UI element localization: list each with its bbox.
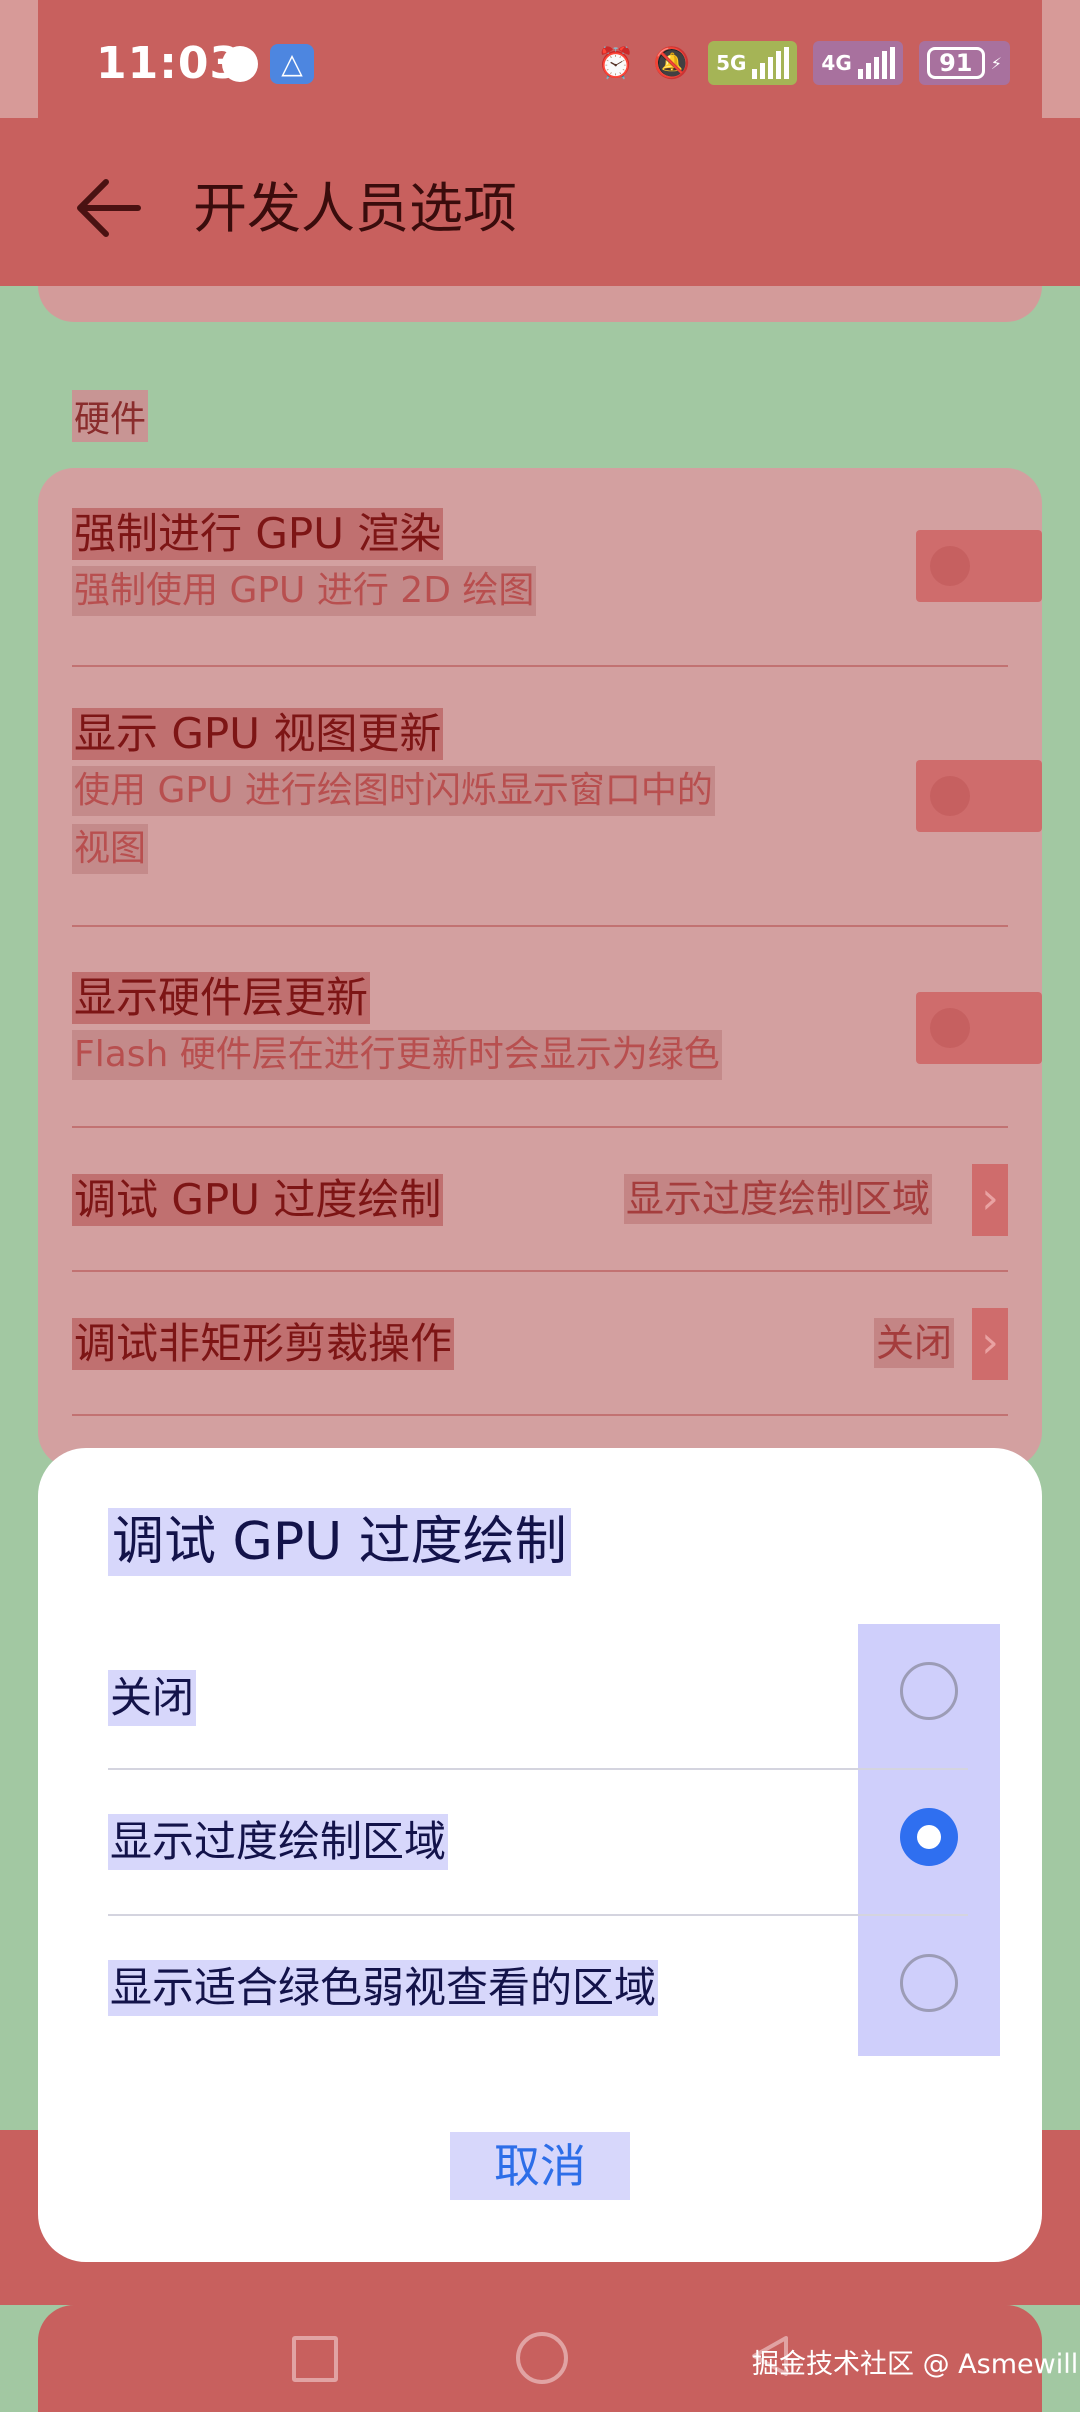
status-icons: ⏰ 🔕 5G 4G 91 ⚡ bbox=[596, 38, 1010, 88]
setting-title: 调试 GPU 过度绘制 bbox=[72, 1174, 444, 1226]
overdraw-dialog: 调试 GPU 过度绘制 关闭 显示过度绘制区域 显示适合绿色弱视查看的区域 取消 bbox=[38, 1448, 1042, 2262]
alarm-icon: ⏰ bbox=[597, 45, 635, 81]
radio-show-overdraw-selected[interactable] bbox=[900, 1808, 958, 1866]
battery-icon: 91 ⚡ bbox=[918, 41, 1010, 85]
signal-5g-icon: 5G bbox=[708, 41, 798, 85]
option-label: 关闭 bbox=[108, 1670, 197, 1726]
setting-title: 调试非矩形剪裁操作 bbox=[72, 1318, 455, 1370]
network-type-label: 4G bbox=[821, 51, 852, 75]
setting-value: 显示过度绘制区域 bbox=[624, 1174, 933, 1224]
option-show-overdraw[interactable]: 显示过度绘制区域 bbox=[108, 1770, 968, 1914]
setting-force-gpu[interactable]: 强制进行 GPU 渲染 强制使用 GPU 进行 2D 绘图 bbox=[72, 508, 1008, 616]
setting-non-rect-clip[interactable]: 调试非矩形剪裁操作 bbox=[72, 1318, 1008, 1370]
dialog-title: 调试 GPU 过度绘制 bbox=[108, 1508, 571, 1576]
setting-value: 关闭 bbox=[874, 1318, 955, 1368]
divider bbox=[72, 1126, 1008, 1128]
setting-hw-layer-updates[interactable]: 显示硬件层更新 Flash 硬件层在进行更新时会显示为绿色 bbox=[72, 972, 1008, 1080]
divider bbox=[72, 665, 1008, 667]
section-header: 硬件 bbox=[72, 390, 149, 442]
network-type-label: 5G bbox=[716, 51, 747, 75]
watermark: 掘金技术社区 @ Asmewill bbox=[752, 2349, 1079, 2380]
app-notification-icon: △ bbox=[270, 44, 314, 84]
divider bbox=[72, 1414, 1008, 1416]
option-deuteranomaly[interactable]: 显示适合绿色弱视查看的区域 bbox=[108, 1916, 968, 2060]
mute-icon: 🔕 bbox=[653, 45, 691, 81]
chevron-right-icon[interactable]: › bbox=[972, 1164, 1008, 1236]
signal-bars bbox=[857, 47, 895, 79]
cancel-button[interactable]: 取消 bbox=[450, 2132, 630, 2200]
divider bbox=[72, 925, 1008, 927]
setting-subtitle: 强制使用 GPU 进行 2D 绘图 bbox=[72, 566, 537, 616]
chevron-right-icon[interactable]: › bbox=[972, 1308, 1008, 1380]
option-off[interactable]: 关闭 bbox=[108, 1626, 968, 1770]
setting-subtitle-cont: 视图 bbox=[72, 824, 149, 874]
home-button-icon[interactable] bbox=[516, 2332, 568, 2384]
option-label: 显示过度绘制区域 bbox=[108, 1814, 449, 1870]
recents-button-icon[interactable] bbox=[292, 2336, 338, 2382]
back-arrow-icon[interactable] bbox=[70, 168, 150, 248]
radio-deuteranomaly[interactable] bbox=[900, 1954, 958, 2012]
battery-level: 91 bbox=[926, 47, 985, 79]
status-bar-edge bbox=[1042, 0, 1080, 118]
toggle-knob bbox=[930, 776, 970, 816]
gpu-view-updates-toggle[interactable] bbox=[916, 760, 1042, 832]
setting-subtitle: 使用 GPU 进行绘图时闪烁显示窗口中的 bbox=[72, 766, 715, 816]
toggle-knob bbox=[930, 546, 970, 586]
hw-layer-updates-toggle[interactable] bbox=[916, 992, 1042, 1064]
app-bar: 开发人员选项 bbox=[0, 118, 1080, 286]
page-title: 开发人员选项 bbox=[193, 177, 517, 240]
notification-icon bbox=[222, 46, 258, 82]
setting-gpu-view-updates[interactable]: 显示 GPU 视图更新 使用 GPU 进行绘图时闪烁显示窗口中的 视图 bbox=[72, 708, 1008, 874]
status-bar: 11:03 △ ⏰ 🔕 5G 4G 91 ⚡ bbox=[0, 0, 1080, 118]
previous-card-edge bbox=[38, 286, 1042, 322]
clock: 11:03 bbox=[96, 38, 242, 89]
setting-title: 显示 GPU 视图更新 bbox=[72, 708, 444, 760]
setting-title: 强制进行 GPU 渲染 bbox=[72, 508, 444, 560]
force-gpu-toggle[interactable] bbox=[916, 530, 1042, 602]
toggle-knob bbox=[930, 1008, 970, 1048]
charging-icon: ⚡ bbox=[990, 53, 1002, 73]
signal-bars bbox=[752, 47, 790, 79]
signal-4g-icon: 4G bbox=[813, 41, 903, 85]
status-bar-edge bbox=[0, 0, 38, 118]
setting-title: 显示硬件层更新 bbox=[72, 972, 371, 1024]
divider bbox=[72, 1270, 1008, 1272]
setting-subtitle: Flash 硬件层在进行更新时会显示为绿色 bbox=[72, 1030, 722, 1080]
option-label: 显示适合绿色弱视查看的区域 bbox=[108, 1960, 659, 2016]
radio-off[interactable] bbox=[900, 1662, 958, 1720]
